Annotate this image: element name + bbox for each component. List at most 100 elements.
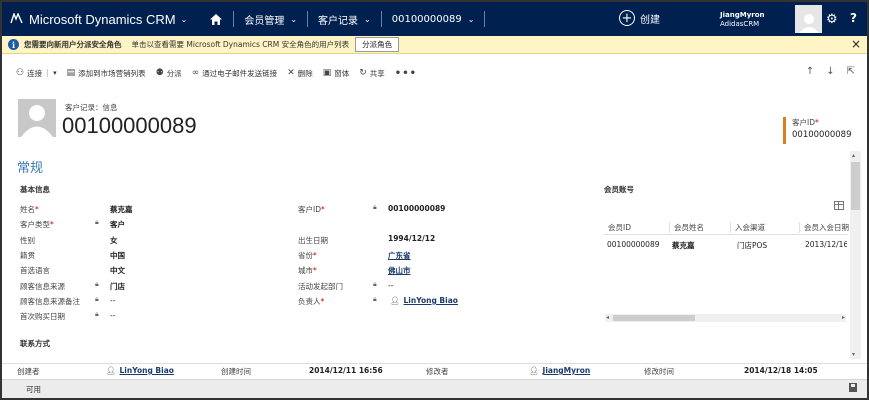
form-icon: ▣ [322, 68, 332, 78]
field-label-info-source: 顾客信息来源 [20, 282, 65, 291]
user-avatar[interactable] [795, 5, 822, 33]
owner-name: LinYong Biao [403, 296, 458, 305]
field-value-gender[interactable]: 女 [110, 235, 118, 246]
close-icon[interactable]: × [851, 37, 861, 51]
field-value-city[interactable]: 佛山市 [388, 265, 411, 276]
field-value-province[interactable]: 广东省 [388, 250, 411, 261]
chevron-down-icon[interactable]: ▾ [47, 69, 57, 77]
email-link-button[interactable]: ∞ 通过电子邮件发送链接 [192, 68, 278, 79]
share-label: 共享 [369, 68, 385, 78]
connect-button[interactable]: ⚇ 连接 ▾ [16, 68, 57, 79]
subsection-membership: 会员账号 [604, 185, 634, 194]
modified-on-value: 2014/12/18 14:05 [744, 366, 818, 375]
assign-role-button[interactable]: 分派角色 [355, 37, 400, 52]
scroll-down-icon[interactable]: ▾ [852, 351, 855, 358]
field-value-birth-date[interactable]: 1994/12/12 [388, 234, 435, 243]
user-icon: 👤︎ [390, 296, 400, 305]
scroll-left-icon[interactable]: ◂ [606, 314, 609, 321]
arrow-up-icon[interactable]: ↑ [806, 66, 814, 77]
grid-column-header[interactable]: 入会渠道 [730, 222, 765, 233]
assign-label: 分派 [166, 68, 182, 78]
add-to-marketing-list-button[interactable]: ▤ 添加到市场营销列表 [67, 68, 146, 79]
audit-footer: 创建者 👤︎ LinYong Biao 创建时间 2014/12/11 16:56… [2, 363, 867, 379]
grid-cell-member-name: 蔡克嘉 [672, 241, 695, 250]
notification-bar: i 您需要向新用户分派安全角色 单击以查看需要 Microsoft Dynami… [2, 36, 867, 54]
grid-column-header[interactable]: 会员ID [604, 222, 631, 233]
lock-icon: 🔒︎ [95, 295, 99, 303]
assign-button[interactable]: ⚉ 分派 [156, 68, 182, 79]
grid-view-icon[interactable] [834, 201, 844, 210]
created-by-value[interactable]: 👤︎ LinYong Biao [106, 366, 174, 375]
created-on-value: 2014/12/11 16:56 [309, 366, 383, 375]
modified-by-label: 修改者 [426, 367, 449, 376]
field-label-native-place: 籍贯 [20, 251, 35, 260]
create-button[interactable]: + 创建 [619, 10, 660, 26]
form-vertical-scrollbar[interactable]: ▴ ▾ [850, 151, 861, 359]
section-title-general[interactable]: 常规 [17, 157, 43, 176]
list-add-icon: ▤ [66, 68, 76, 78]
record-status: 可用 [26, 385, 41, 394]
field-label-name: 姓名* [20, 205, 39, 214]
lock-icon: 🔒︎ [95, 310, 99, 318]
delete-button[interactable]: ✕ 删除 [287, 68, 313, 79]
nav-record-label: 00100000089 [391, 13, 462, 25]
email-link-label: 通过电子邮件发送链接 [202, 68, 278, 78]
nav-entity-menu[interactable]: 客户记录 ⌄ [314, 12, 375, 27]
grid-column-header[interactable]: 会员姓名 [669, 222, 704, 233]
chevron-down-icon: ⌄ [467, 14, 475, 24]
brand-name: Microsoft Dynamics CRM [29, 11, 176, 27]
record-avatar[interactable] [18, 99, 56, 137]
lock-icon: 🔒︎ [373, 280, 377, 288]
field-value-name[interactable]: 蔡克嘉 [110, 204, 133, 215]
brand-menu[interactable]: Microsoft Dynamics CRM ⌄ [2, 11, 187, 27]
delete-icon: ✕ [287, 68, 295, 78]
home-icon[interactable] [205, 2, 227, 36]
field-label-first-purchase: 首次购买日期 [20, 312, 65, 321]
nav-entity-label: 客户记录 [318, 15, 359, 27]
form-label: 窗体 [334, 68, 350, 78]
connect-label: 连接 [27, 68, 43, 78]
grid-column-header[interactable]: 会员入会日期 [799, 222, 849, 233]
field-value-campaign-dept: -- [388, 281, 394, 290]
field-label-gender: 性别 [20, 236, 35, 245]
scrollbar-thumb[interactable] [851, 162, 860, 210]
nav-divider [380, 11, 382, 27]
share-button[interactable]: ↻ 共享 [359, 68, 385, 79]
record-title: 00100000089 [62, 113, 197, 138]
record-type-label[interactable]: 客户记录：信息 [65, 102, 118, 113]
field-value-info-source-note: -- [110, 296, 116, 305]
gear-icon[interactable]: ⚙ [826, 12, 838, 27]
more-commands-icon[interactable]: ••• [395, 68, 417, 79]
grid-horizontal-scrollbar[interactable]: ◂ ▸ [605, 314, 846, 322]
command-bar: ⚇ 连接 ▾ ▤ 添加到市场营销列表 ⚉ 分派 ∞ 通过电子邮件发送链接 ✕ 删… [2, 62, 867, 84]
arrow-down-icon[interactable]: ↓ [826, 66, 834, 77]
grid-cell-join-date: 2013/12/16 [805, 240, 847, 249]
add-to-list-label: 添加到市场营销列表 [78, 68, 146, 78]
field-value-native-place[interactable]: 中国 [110, 250, 125, 261]
field-label-language: 首选语言 [20, 266, 50, 275]
link-icon: ∞ [191, 68, 200, 78]
field-value-owner[interactable]: 👤︎ LinYong Biao [390, 296, 458, 305]
required-marker: * [815, 118, 819, 127]
form-button[interactable]: ▣ 窗体 [323, 68, 350, 79]
nav-module-label: 会员管理 [244, 15, 285, 27]
modified-by-value[interactable]: 👤︎ JiangMyron [529, 366, 590, 375]
user-info[interactable]: JiangMyron AdidasCRM [720, 11, 765, 29]
top-nav-bar: Microsoft Dynamics CRM ⌄ 会员管理 ⌄ 客户记录 ⌄ 0… [2, 2, 867, 36]
notification-message[interactable]: 单击以查看需要 Microsoft Dynamics CRM 安全角色的用户列表 [132, 39, 350, 50]
scrollbar-thumb[interactable] [613, 315, 695, 321]
create-label: 创建 [640, 14, 660, 26]
member-grid-header: 会员ID 会员姓名 入会渠道 会员入会日期 [604, 218, 849, 235]
popout-icon[interactable]: ⇱ [847, 66, 855, 77]
help-icon[interactable]: ? [850, 11, 857, 25]
field-value-language[interactable]: 中文 [110, 265, 125, 276]
scroll-up-icon[interactable]: ▴ [852, 152, 855, 159]
nav-record-menu[interactable]: 00100000089 ⌄ [388, 14, 479, 25]
org-name: AdidasCRM [720, 20, 760, 28]
nav-divider [307, 11, 309, 27]
save-icon[interactable] [849, 383, 857, 392]
nav-module-menu[interactable]: 会员管理 ⌄ [240, 12, 301, 27]
field-value-customer-type: 客户 [110, 220, 125, 229]
crm-window: Microsoft Dynamics CRM ⌄ 会员管理 ⌄ 客户记录 ⌄ 0… [0, 0, 869, 400]
scroll-right-icon[interactable]: ▸ [842, 314, 845, 321]
